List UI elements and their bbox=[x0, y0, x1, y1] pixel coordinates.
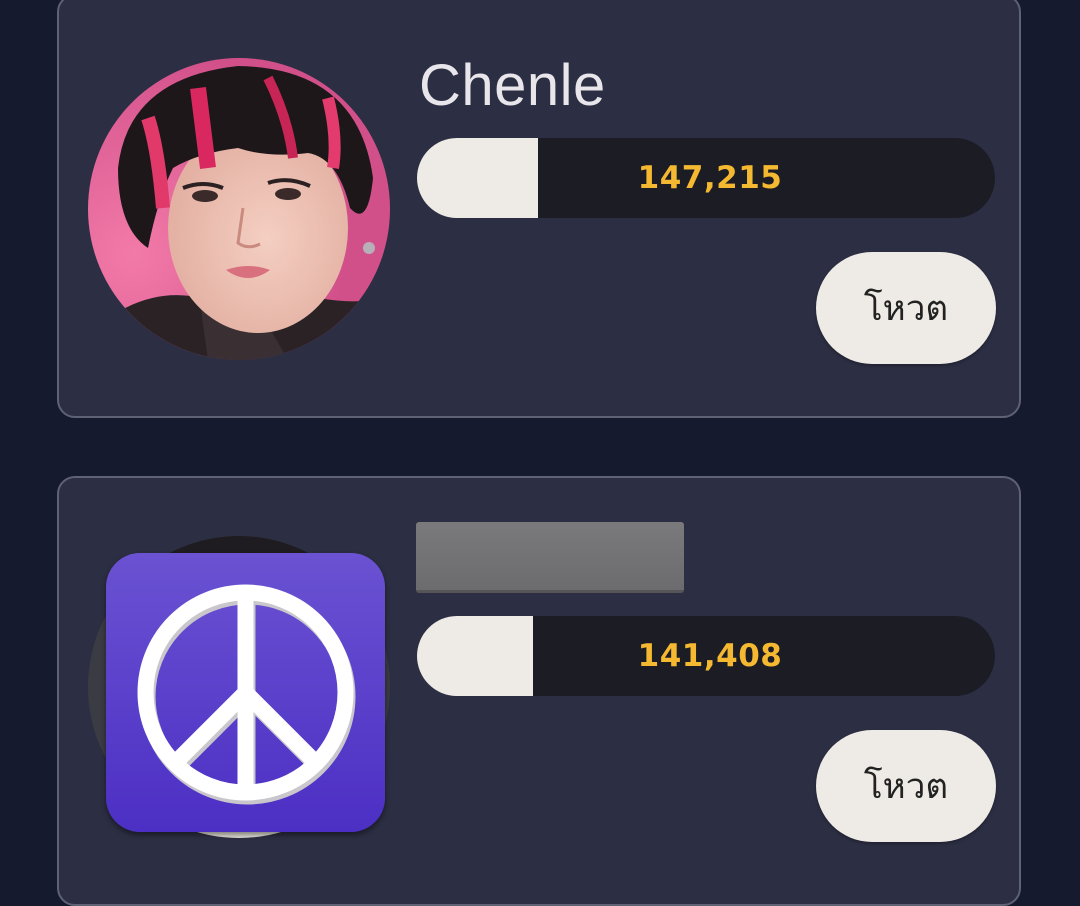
candidate-card-1: Chenle 147,215 โหวต bbox=[57, 0, 1021, 418]
candidate-name: Chenle bbox=[419, 53, 606, 118]
vote-progress-bar: 141,408 bbox=[417, 616, 995, 696]
candidate-avatar bbox=[88, 58, 390, 360]
candidate-card-2: 141,408 โหวต bbox=[57, 476, 1021, 906]
vote-button[interactable]: โหวต bbox=[816, 730, 996, 842]
vote-button[interactable]: โหวต bbox=[816, 252, 996, 364]
vote-count: 141,408 bbox=[637, 638, 783, 674]
avatar-photo bbox=[88, 58, 390, 360]
vote-progress-bar: 147,215 bbox=[417, 138, 995, 218]
candidate-name-redacted bbox=[416, 522, 684, 593]
vote-count: 147,215 bbox=[637, 160, 783, 196]
peace-sign-icon bbox=[106, 553, 385, 832]
